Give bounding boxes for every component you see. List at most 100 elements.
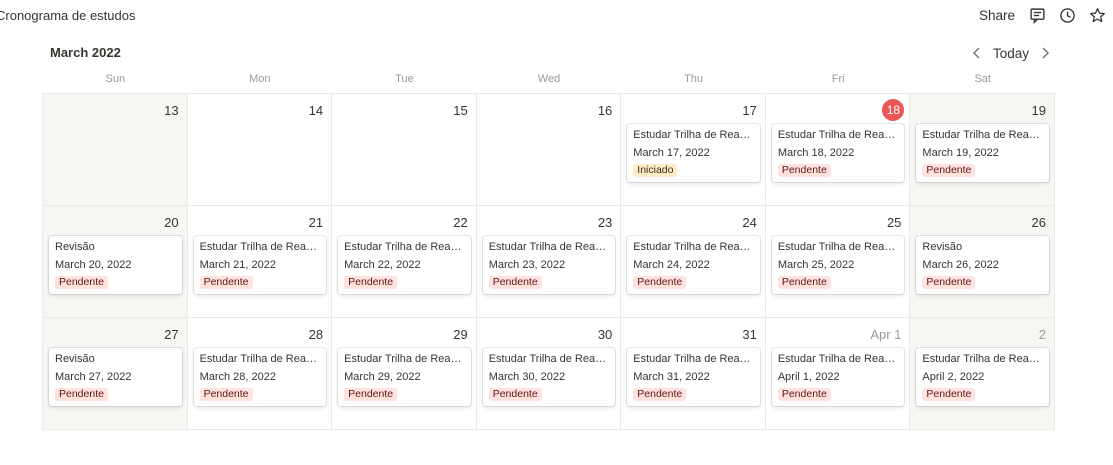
day-number: 19 xyxy=(1031,103,1046,118)
event-title: Revisão xyxy=(55,241,95,253)
day-number: 27 xyxy=(164,327,179,342)
day-number: 23 xyxy=(597,215,613,230)
status-badge: Pendente xyxy=(633,388,687,401)
status-badge: Pendente xyxy=(922,388,976,401)
event-card[interactable]: Estudar Trilha de React ... April 1, 2022… xyxy=(771,348,905,406)
day-cell[interactable]: 18 Estudar Trilha de React ... March 18, 2… xyxy=(765,94,911,206)
event-card[interactable]: Revisão March 26, 2022 Pendente xyxy=(916,236,1049,294)
event-date: March 22, 2022 xyxy=(344,259,421,271)
event-title: Revisão xyxy=(922,241,963,253)
page-title[interactable]: Cronograma de estudos xyxy=(0,8,135,23)
comment-icon[interactable] xyxy=(1027,5,1047,25)
day-cell[interactable]: 23 Estudar Trilha de React ... March 23, 2… xyxy=(476,206,622,318)
status-badge: Pendente xyxy=(633,276,687,289)
day-cell[interactable]: 14 xyxy=(187,94,333,206)
day-cell[interactable]: 27 Revisão March 27, 2022 Pendente xyxy=(43,318,188,430)
star-icon[interactable] xyxy=(1087,5,1107,25)
chevron-left-icon[interactable] xyxy=(969,44,985,62)
day-number: 25 xyxy=(886,215,902,230)
event-card[interactable]: Estudar Trilha de React ... March 18, 202… xyxy=(771,124,905,182)
day-number: 22 xyxy=(453,215,468,230)
event-card[interactable]: Estudar Trilha de React ... March 19, 202… xyxy=(916,124,1049,182)
day-cell[interactable]: 28 Estudar Trilha de React ... March 28, 2… xyxy=(187,318,333,430)
event-date: March 28, 2022 xyxy=(199,371,276,383)
clock-icon[interactable] xyxy=(1057,5,1077,25)
day-cell[interactable]: 13 xyxy=(43,94,188,206)
event-date: March 23, 2022 xyxy=(488,259,566,271)
status-badge: Pendente xyxy=(922,276,976,289)
top-actions: Share xyxy=(977,5,1107,25)
day-number: 24 xyxy=(742,215,757,230)
day-cell[interactable]: 20 Revisão March 20, 2022 Pendente xyxy=(43,206,188,318)
day-cell[interactable]: 30 Estudar Trilha de React ... March 30, 2… xyxy=(476,318,622,430)
calendar-grid: 13 14 15 16 17 Estudar Trilha de React ... Mar… xyxy=(42,93,1055,430)
event-title: Estudar Trilha de React ... xyxy=(777,129,899,141)
event-title: Estudar Trilha de React ... xyxy=(488,353,610,365)
month-label: March 2022 xyxy=(50,45,121,60)
event-date: March 18, 2022 xyxy=(777,147,855,159)
day-cell[interactable]: 24 Estudar Trilha de React ... March 24, 2… xyxy=(621,206,766,318)
status-badge: Pendente xyxy=(777,164,831,177)
day-cell[interactable]: 2 Estudar Trilha de React ... April 2, 202… xyxy=(910,318,1055,430)
event-card[interactable]: Estudar Trilha de React ... March 29, 202… xyxy=(338,348,471,406)
status-badge: Pendente xyxy=(777,388,831,401)
status-badge: Pendente xyxy=(199,276,253,289)
event-card[interactable]: Estudar Trilha de React ... April 2, 2022… xyxy=(916,348,1049,406)
day-number: 2 xyxy=(1038,327,1046,342)
status-badge: Pendente xyxy=(344,388,398,401)
day-cell[interactable]: 16 xyxy=(476,94,622,206)
event-date: March 30, 2022 xyxy=(488,371,566,383)
day-cell[interactable]: 19 Estudar Trilha de React ... March 19, 2… xyxy=(910,94,1055,206)
event-date: March 21, 2022 xyxy=(199,259,276,271)
day-number: 15 xyxy=(453,103,468,118)
event-date: March 27, 2022 xyxy=(55,371,132,383)
event-card[interactable]: Estudar Trilha de React ... March 25, 202… xyxy=(771,236,905,294)
weekday-header: Sun Mon Tue Wed Thu Fri Sat xyxy=(43,73,1055,85)
today-button[interactable]: Today xyxy=(993,46,1029,61)
event-title: Estudar Trilha de React ... xyxy=(922,129,1043,141)
event-title: Estudar Trilha de React ... xyxy=(344,241,465,253)
day-cell[interactable]: 21 Estudar Trilha de React ... March 21, 2… xyxy=(187,206,333,318)
day-number: 20 xyxy=(164,215,179,230)
day-cell[interactable]: 15 xyxy=(332,94,477,206)
status-badge: Pendente xyxy=(199,388,253,401)
day-cell[interactable]: 25 Estudar Trilha de React ... March 25, 2… xyxy=(765,206,911,318)
event-card[interactable]: Estudar Trilha de React ... March 31, 202… xyxy=(627,348,760,406)
day-number: 17 xyxy=(742,103,757,118)
event-date: March 24, 2022 xyxy=(633,259,710,271)
event-date: March 19, 2022 xyxy=(922,147,999,159)
day-number: 16 xyxy=(597,103,613,118)
weekday-mon: Mon xyxy=(249,73,271,85)
event-card[interactable]: Estudar Trilha de React ... March 17, 202… xyxy=(627,124,760,182)
day-number: 14 xyxy=(308,103,324,118)
event-card[interactable]: Estudar Trilha de React ... March 23, 202… xyxy=(482,236,616,294)
event-date: March 29, 2022 xyxy=(344,371,421,383)
day-cell[interactable]: 22 Estudar Trilha de React ... March 22, 2… xyxy=(332,206,477,318)
event-date: March 17, 2022 xyxy=(633,147,710,159)
event-title: Estudar Trilha de React ... xyxy=(633,353,754,365)
event-title: Estudar Trilha de React ... xyxy=(199,353,321,365)
event-title: Estudar Trilha de React ... xyxy=(633,129,754,141)
day-cell[interactable]: 26 Revisão March 26, 2022 Pendente xyxy=(910,206,1055,318)
event-card[interactable]: Estudar Trilha de React ... March 30, 202… xyxy=(482,348,616,406)
day-cell[interactable]: 31 Estudar Trilha de React ... March 31, 2… xyxy=(621,318,766,430)
day-cell[interactable]: 17 Estudar Trilha de React ... March 17, 2… xyxy=(621,94,766,206)
chevron-right-icon[interactable] xyxy=(1037,44,1053,62)
day-cell[interactable]: 29 Estudar Trilha de React ... March 29, 2… xyxy=(332,318,477,430)
weekday-wed: Wed xyxy=(537,73,561,85)
event-title: Estudar Trilha de React ... xyxy=(777,353,899,365)
event-title: Estudar Trilha de React ... xyxy=(922,353,1043,365)
event-card[interactable]: Revisão March 20, 2022 Pendente xyxy=(49,236,182,294)
weekday-sat: Sat xyxy=(974,73,991,85)
event-date: March 26, 2022 xyxy=(922,259,999,271)
event-card[interactable]: Estudar Trilha de React ... March 24, 202… xyxy=(627,236,760,294)
event-card[interactable]: Revisão March 27, 2022 Pendente xyxy=(49,348,182,406)
share-button[interactable]: Share xyxy=(977,6,1017,25)
event-card[interactable]: Estudar Trilha de React ... March 22, 202… xyxy=(338,236,471,294)
day-cell[interactable]: Apr 1 Estudar Trilha de React ... April 1,… xyxy=(765,318,911,430)
event-title: Estudar Trilha de React ... xyxy=(488,241,610,253)
event-card[interactable]: Estudar Trilha de React ... March 28, 202… xyxy=(193,348,327,406)
event-card[interactable]: Estudar Trilha de React ... March 21, 202… xyxy=(193,236,327,294)
event-date: April 1, 2022 xyxy=(777,371,840,383)
status-badge: Pendente xyxy=(488,276,542,289)
